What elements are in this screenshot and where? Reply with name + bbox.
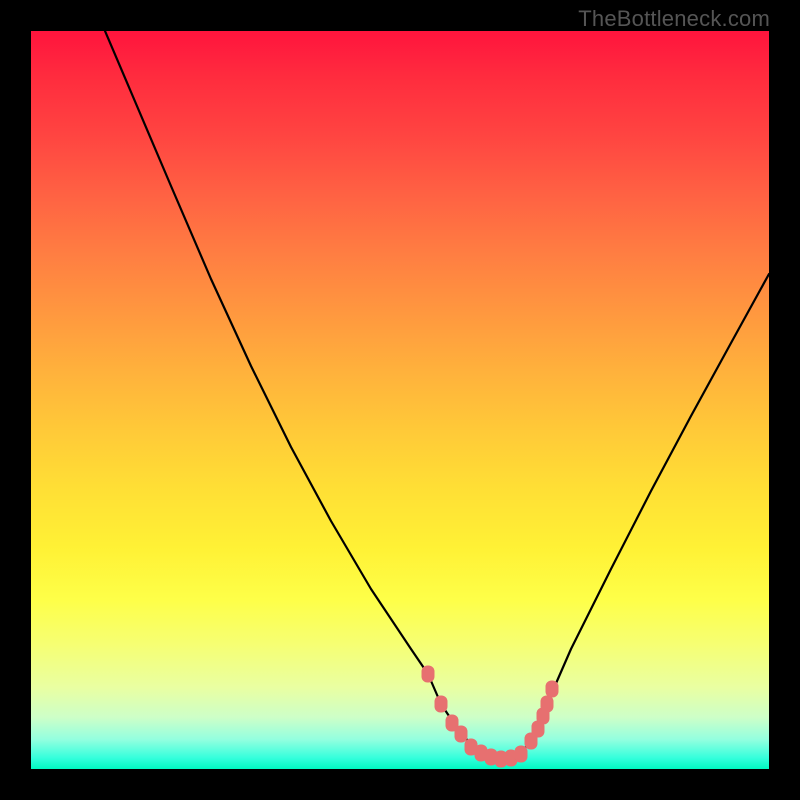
curve-marker-group [422, 666, 559, 768]
bottleneck-curve [105, 31, 769, 759]
curve-marker [422, 666, 435, 683]
plot-area [31, 31, 769, 769]
curve-marker [435, 696, 448, 713]
bottleneck-curve-svg [31, 31, 769, 769]
curve-marker [541, 696, 554, 713]
curve-marker [455, 726, 468, 743]
curve-marker [515, 746, 528, 763]
curve-marker [546, 681, 559, 698]
chart-stage: TheBottleneck.com [0, 0, 800, 800]
attribution-text: TheBottleneck.com [578, 6, 770, 32]
